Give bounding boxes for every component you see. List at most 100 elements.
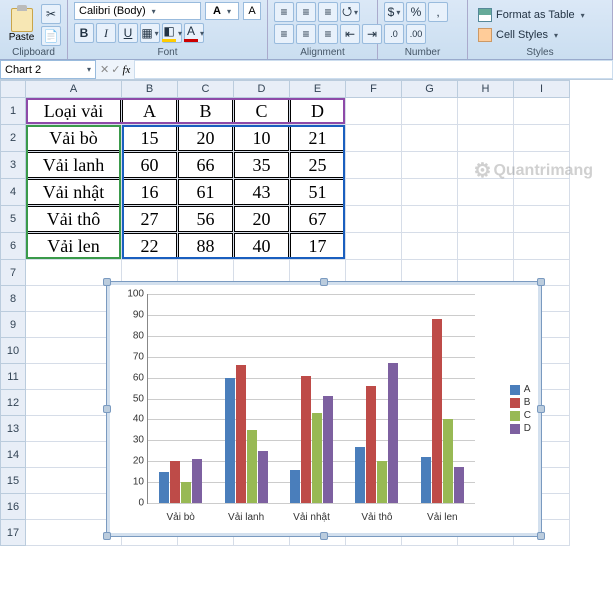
cell[interactable]: 67 <box>290 206 346 233</box>
resize-handle[interactable] <box>103 278 111 286</box>
legend-item[interactable]: A <box>510 384 531 395</box>
legend-item[interactable]: B <box>510 397 531 408</box>
chart-object[interactable]: 0102030405060708090100Vải bòVải lanhVải … <box>106 281 542 537</box>
align-middle-button[interactable]: ≡ <box>296 2 316 22</box>
row-header[interactable]: 6 <box>0 233 26 260</box>
cell[interactable] <box>514 233 570 260</box>
column-header[interactable]: A <box>26 80 122 98</box>
cell[interactable]: B <box>178 98 234 125</box>
column-header[interactable]: H <box>458 80 514 98</box>
row-header[interactable]: 2 <box>0 125 26 152</box>
row-header[interactable]: 1 <box>0 98 26 125</box>
row-header[interactable]: 9 <box>0 312 26 338</box>
align-bottom-button[interactable]: ≡ <box>318 2 338 22</box>
cancel-formula-button[interactable]: ✕ <box>100 63 109 76</box>
underline-button[interactable]: U <box>118 23 138 43</box>
cell[interactable] <box>346 152 402 179</box>
cell[interactable]: 40 <box>234 233 290 260</box>
cell[interactable]: 10 <box>234 125 290 152</box>
bar[interactable] <box>159 472 169 503</box>
row-header[interactable]: 4 <box>0 179 26 206</box>
cut-button[interactable]: ✂ <box>41 4 61 24</box>
chart-legend[interactable]: ABCD <box>510 382 531 436</box>
bar[interactable] <box>323 396 333 503</box>
align-right-button[interactable]: ≡ <box>318 24 338 44</box>
decrease-decimal-button[interactable]: .00 <box>406 24 426 44</box>
column-header[interactable]: F <box>346 80 402 98</box>
cell[interactable]: 60 <box>122 152 178 179</box>
bar[interactable] <box>454 467 464 503</box>
worksheet[interactable]: ABCDEFGHI 1234567891011121314151617 Loại… <box>0 80 613 546</box>
resize-handle[interactable] <box>103 532 111 540</box>
cell[interactable]: 25 <box>290 152 346 179</box>
bold-button[interactable]: B <box>74 23 94 43</box>
cell[interactable] <box>402 179 458 206</box>
bar[interactable] <box>301 376 311 503</box>
row-header[interactable]: 3 <box>0 152 26 179</box>
row-header[interactable]: 13 <box>0 416 26 442</box>
select-all-corner[interactable] <box>0 80 26 98</box>
cell[interactable]: Vải thô <box>26 206 122 233</box>
cell[interactable] <box>402 125 458 152</box>
cell-styles-button[interactable]: Cell Styles <box>474 26 562 44</box>
cell[interactable] <box>514 152 570 179</box>
resize-handle[interactable] <box>537 532 545 540</box>
column-header[interactable]: D <box>234 80 290 98</box>
font-size-letter[interactable]: A <box>205 2 239 20</box>
bar[interactable] <box>247 430 257 503</box>
row-header[interactable]: 12 <box>0 390 26 416</box>
font-color-button[interactable]: A <box>184 23 204 43</box>
cell[interactable] <box>458 206 514 233</box>
name-box[interactable]: Chart 2 <box>0 60 96 79</box>
row-header[interactable]: 10 <box>0 338 26 364</box>
currency-button[interactable]: $ <box>384 2 404 22</box>
cell[interactable]: 35 <box>234 152 290 179</box>
bar[interactable] <box>236 365 246 503</box>
bar[interactable] <box>312 413 322 503</box>
cell[interactable]: 61 <box>178 179 234 206</box>
fx-button[interactable]: fx <box>122 64 130 76</box>
cell[interactable] <box>346 233 402 260</box>
cell[interactable]: Vải len <box>26 233 122 260</box>
cell[interactable] <box>346 125 402 152</box>
cell[interactable]: 88 <box>178 233 234 260</box>
row-header[interactable]: 16 <box>0 494 26 520</box>
cell[interactable]: 56 <box>178 206 234 233</box>
bar[interactable] <box>421 457 431 503</box>
cell[interactable] <box>346 206 402 233</box>
bar[interactable] <box>258 451 268 503</box>
copy-button[interactable]: 📄 <box>41 26 61 46</box>
bar[interactable] <box>225 378 235 503</box>
cell[interactable] <box>458 98 514 125</box>
align-center-button[interactable]: ≡ <box>296 24 316 44</box>
cell[interactable]: Vải bò <box>26 125 122 152</box>
cell[interactable] <box>458 125 514 152</box>
cell[interactable]: 43 <box>234 179 290 206</box>
align-top-button[interactable]: ≡ <box>274 2 294 22</box>
cell[interactable] <box>514 125 570 152</box>
percent-button[interactable]: % <box>406 2 426 22</box>
bar[interactable] <box>355 447 365 503</box>
grow-font-button[interactable]: A <box>243 2 261 20</box>
column-header[interactable]: I <box>514 80 570 98</box>
resize-handle[interactable] <box>320 278 328 286</box>
cell[interactable]: Vải nhật <box>26 179 122 206</box>
column-header[interactable]: G <box>402 80 458 98</box>
decrease-indent-button[interactable]: ⇤ <box>340 24 360 44</box>
cell[interactable] <box>402 152 458 179</box>
cell[interactable]: A <box>122 98 178 125</box>
cell[interactable] <box>514 179 570 206</box>
font-name-select[interactable]: Calibri (Body) <box>74 2 201 20</box>
row-header[interactable]: 17 <box>0 520 26 546</box>
format-as-table-button[interactable]: Format as Table <box>474 6 589 24</box>
cell[interactable]: 20 <box>234 206 290 233</box>
orientation-button[interactable]: ⭯ <box>340 2 360 22</box>
align-left-button[interactable]: ≡ <box>274 24 294 44</box>
formula-bar[interactable] <box>134 60 613 79</box>
legend-item[interactable]: C <box>510 410 531 421</box>
legend-item[interactable]: D <box>510 423 531 434</box>
cell[interactable] <box>346 98 402 125</box>
cell[interactable] <box>458 179 514 206</box>
cell[interactable] <box>402 206 458 233</box>
row-header[interactable]: 15 <box>0 468 26 494</box>
